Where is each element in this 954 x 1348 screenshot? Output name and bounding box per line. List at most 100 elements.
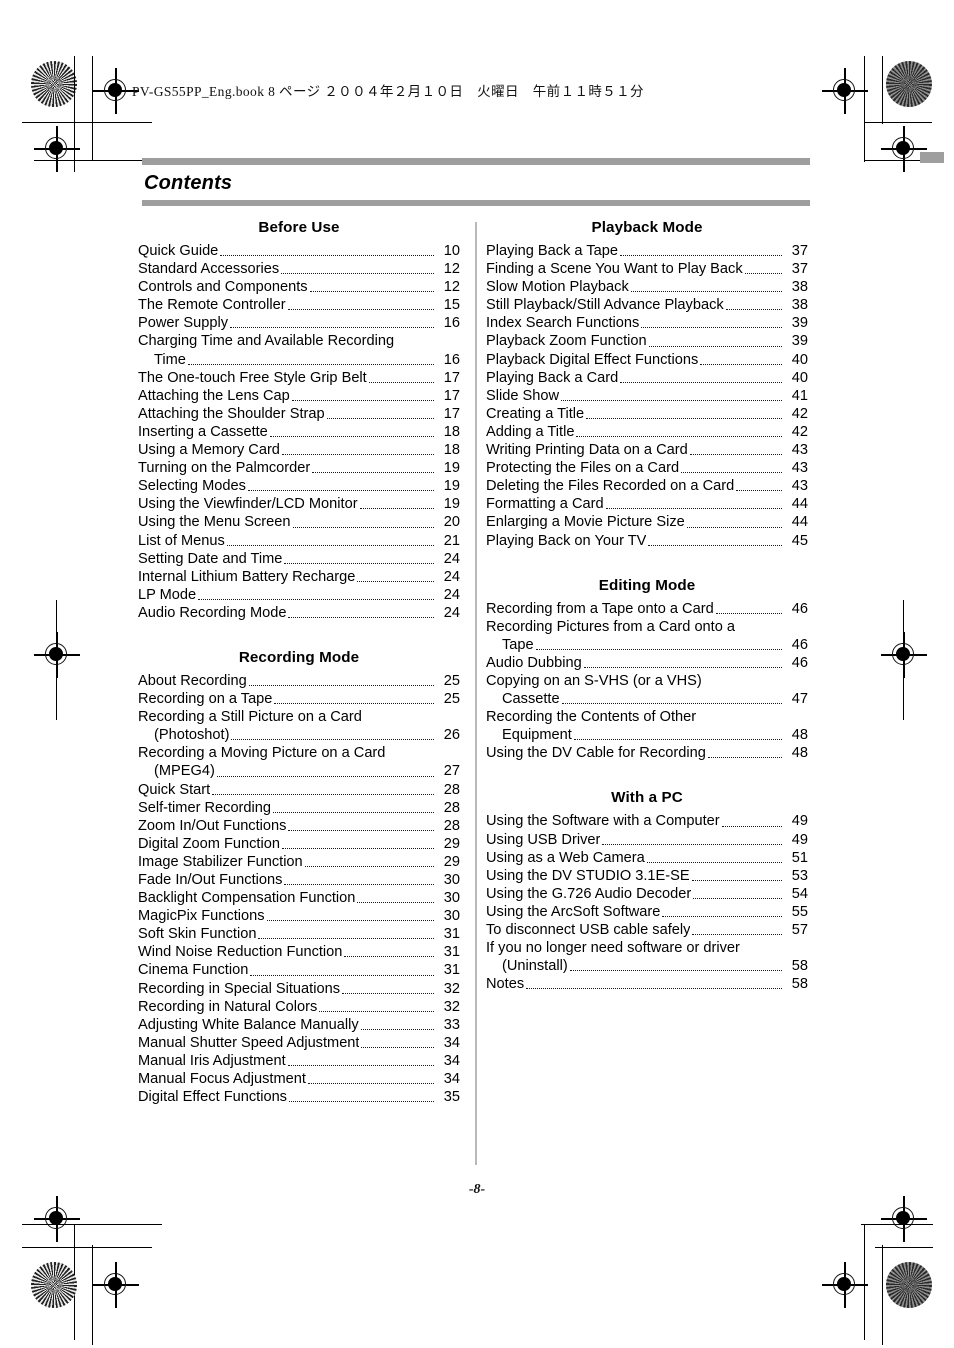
- toc-entry[interactable]: Tape 46: [486, 636, 808, 654]
- toc-entry[interactable]: LP Mode 24: [138, 586, 460, 604]
- toc-entry[interactable]: Deleting the Files Recorded on a Card 43: [486, 477, 808, 495]
- toc-entry[interactable]: Power Supply 16: [138, 314, 460, 332]
- toc-entry[interactable]: Wind Noise Reduction Function 31: [138, 943, 460, 961]
- toc-entry[interactable]: Audio Recording Mode 24: [138, 604, 460, 622]
- toc-entry[interactable]: Backlight Compensation Function 30: [138, 889, 460, 907]
- toc-entry[interactable]: Slow Motion Playback 38: [486, 278, 808, 296]
- toc-entry[interactable]: Using the ArcSoft Software 55: [486, 903, 808, 921]
- toc-entry-label: (MPEG4): [154, 763, 215, 780]
- toc-entry[interactable]: To disconnect USB cable safely 57: [486, 921, 808, 939]
- toc-entry[interactable]: The One-touch Free Style Grip Belt 17: [138, 369, 460, 387]
- toc-leader-dots: [744, 273, 782, 275]
- toc-entry[interactable]: Soft Skin Function 31: [138, 925, 460, 943]
- toc-entry[interactable]: Using as a Web Camera 51: [486, 849, 808, 867]
- toc-entry[interactable]: Using the Software with a Computer 49: [486, 812, 808, 830]
- toc-entry[interactable]: MagicPix Functions 30: [138, 907, 460, 925]
- toc-entry[interactable]: Formatting a Card 44: [486, 495, 808, 513]
- toc-entry[interactable]: Cinema Function 31: [138, 961, 460, 979]
- toc-entry-label: (Uninstall): [502, 958, 568, 975]
- toc-entry[interactable]: Adjusting White Balance Manually 33: [138, 1016, 460, 1034]
- toc-entry[interactable]: Using the DV Cable for Recording 48: [486, 744, 808, 762]
- toc-entry[interactable]: If you no longer need software or driver…: [486, 939, 808, 957]
- toc-entry[interactable]: Index Search Functions 39: [486, 314, 808, 332]
- toc-leader-dots: [288, 829, 434, 831]
- toc-entry[interactable]: Digital Effect Functions 35: [138, 1088, 460, 1106]
- toc-entry[interactable]: Manual Shutter Speed Adjustment 34: [138, 1034, 460, 1052]
- toc-entry[interactable]: Recording in Natural Colors 32: [138, 998, 460, 1016]
- toc-entry[interactable]: Quick Guide 10: [138, 242, 460, 260]
- toc-entry[interactable]: The Remote Controller 15: [138, 296, 460, 314]
- toc-entry[interactable]: Adding a Title 42: [486, 423, 808, 441]
- toc-entry[interactable]: Turning on the Palmcorder 19: [138, 459, 460, 477]
- toc-entry-label: Manual Shutter Speed Adjustment: [138, 1034, 360, 1051]
- toc-entry[interactable]: About Recording 25: [138, 672, 460, 690]
- toc-entry[interactable]: Attaching the Shoulder Strap 17: [138, 405, 460, 423]
- toc-entry-label: Recording from a Tape onto a Card: [486, 600, 714, 617]
- toc-entry[interactable]: Writing Printing Data on a Card 43: [486, 441, 808, 459]
- toc-page-number: 28: [443, 799, 460, 816]
- toc-entry-label: Playback Zoom Function: [486, 333, 647, 350]
- toc-entry[interactable]: Zoom In/Out Functions 28: [138, 817, 460, 835]
- toc-entry[interactable]: Manual Iris Adjustment 34: [138, 1052, 460, 1070]
- toc-entry[interactable]: Attaching the Lens Cap 17: [138, 387, 460, 405]
- toc-entry[interactable]: Enlarging a Movie Picture Size 44: [486, 513, 808, 531]
- toc-entry[interactable]: Still Playback/Still Advance Playback 38: [486, 296, 808, 314]
- toc-entry[interactable]: Inserting a Cassette 18: [138, 423, 460, 441]
- toc-entry[interactable]: Fade In/Out Functions 30: [138, 871, 460, 889]
- toc-entry[interactable]: Image Stabilizer Function 29: [138, 853, 460, 871]
- toc-entry[interactable]: Using a Memory Card 18: [138, 441, 460, 459]
- toc-entry-label: Internal Lithium Battery Recharge: [138, 568, 356, 585]
- toc-entry[interactable]: Using the Viewfinder/LCD Monitor 19: [138, 495, 460, 513]
- toc-entry[interactable]: Cassette 47: [486, 690, 808, 708]
- toc-entry[interactable]: Recording in Special Situations 32: [138, 980, 460, 998]
- toc-entry[interactable]: Recording on a Tape 25: [138, 690, 460, 708]
- toc-entry[interactable]: Using USB Driver 49: [486, 831, 808, 849]
- toc-entry[interactable]: Slide Show 41: [486, 387, 808, 405]
- toc-entry[interactable]: Using the G.726 Audio Decoder 54: [486, 885, 808, 903]
- toc-entry[interactable]: Playing Back a Card 40: [486, 369, 808, 387]
- toc-entry[interactable]: Notes 58: [486, 975, 808, 993]
- toc-entry[interactable]: Controls and Components 12: [138, 278, 460, 296]
- toc-entry[interactable]: Protecting the Files on a Card 43: [486, 459, 808, 477]
- toc-entry[interactable]: (MPEG4) 27: [138, 762, 460, 780]
- grey-tick-mark: [920, 152, 944, 163]
- toc-entry-label: Tape: [502, 636, 534, 653]
- toc-entry[interactable]: Digital Zoom Function 29: [138, 835, 460, 853]
- toc-entry[interactable]: Internal Lithium Battery Recharge 24: [138, 568, 460, 586]
- toc-entry[interactable]: Setting Date and Time 24: [138, 550, 460, 568]
- toc-page-number: 49: [791, 831, 808, 848]
- toc-entry[interactable]: Recording from a Tape onto a Card 46: [486, 600, 808, 618]
- toc-entry[interactable]: Recording the Contents of Other48: [486, 708, 808, 726]
- toc-leader-dots: [273, 811, 434, 813]
- toc-entry[interactable]: Recording Pictures from a Card onto a46: [486, 618, 808, 636]
- toc-entry[interactable]: Using the Menu Screen 20: [138, 513, 460, 531]
- toc-entry[interactable]: Manual Focus Adjustment 34: [138, 1070, 460, 1088]
- section-heading: Playback Mode: [591, 219, 703, 236]
- section-heading: Before Use: [258, 219, 340, 236]
- toc-entry[interactable]: Audio Dubbing 46: [486, 654, 808, 672]
- toc-entry[interactable]: Standard Accessories 12: [138, 260, 460, 278]
- toc-entry[interactable]: (Photoshot) 26: [138, 726, 460, 744]
- toc-entry[interactable]: Self-timer Recording 28: [138, 799, 460, 817]
- toc-entry[interactable]: Time 16: [138, 351, 460, 369]
- toc-entry[interactable]: Playback Digital Effect Functions 40: [486, 351, 808, 369]
- contents-column-left: Before Use Quick Guide 10 Standard Accessor…: [138, 214, 460, 1110]
- toc-entry-label: Fade In/Out Functions: [138, 872, 283, 888]
- toc-entry[interactable]: Quick Start 28: [138, 781, 460, 799]
- book-file-header: PV-GS55PP_Eng.book 8 ページ ２００４年２月１０日 火曜日 …: [132, 84, 644, 99]
- toc-entry[interactable]: Recording a Moving Picture on a Card27: [138, 744, 460, 762]
- toc-entry[interactable]: Creating a Title 42: [486, 405, 808, 423]
- toc-entry[interactable]: Using the DV STUDIO 3.1E-SE 53: [486, 867, 808, 885]
- toc-entry[interactable]: (Uninstall) 58: [486, 957, 808, 975]
- toc-entry[interactable]: Charging Time and Available Recording16: [138, 332, 460, 350]
- toc-entry[interactable]: Playback Zoom Function 39: [486, 332, 808, 350]
- toc-entry[interactable]: Copying on an S-VHS (or a VHS)47: [486, 672, 808, 690]
- toc-entry[interactable]: Equipment 48: [486, 726, 808, 744]
- toc-entry[interactable]: Finding a Scene You Want to Play Back 37: [486, 260, 808, 278]
- toc-leader-dots: [693, 897, 782, 899]
- toc-entry[interactable]: Recording a Still Picture on a Card26: [138, 708, 460, 726]
- toc-entry[interactable]: List of Menus 21: [138, 532, 460, 550]
- toc-entry[interactable]: Selecting Modes 19: [138, 477, 460, 495]
- toc-entry[interactable]: Playing Back on Your TV 45: [486, 532, 808, 550]
- toc-entry[interactable]: Playing Back a Tape 37: [486, 242, 808, 260]
